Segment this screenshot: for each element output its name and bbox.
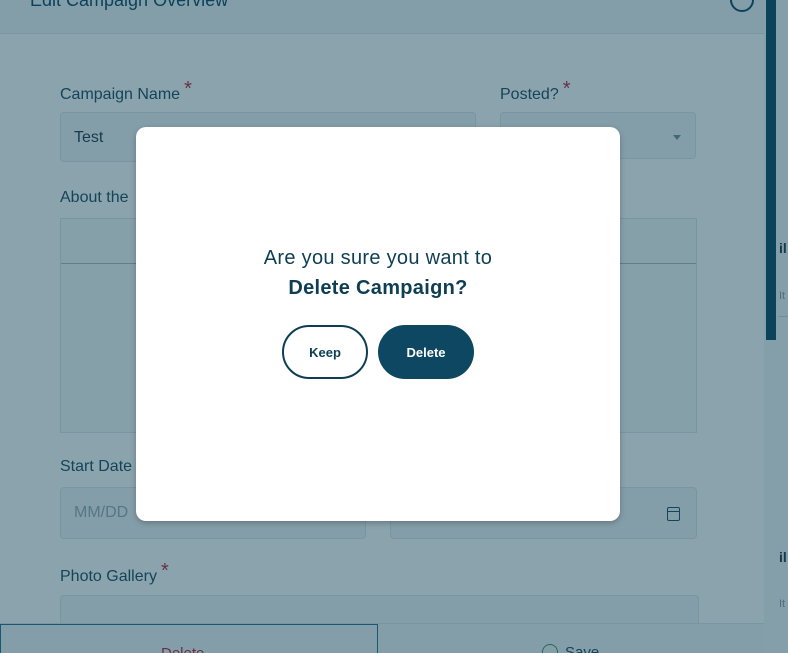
delete-confirm-dialog: Are you sure you want to Delete Campaign… xyxy=(136,127,620,521)
keep-button[interactable]: Keep xyxy=(282,325,368,379)
delete-button[interactable]: Delete xyxy=(378,325,474,379)
dialog-question-emphasis: Delete Campaign? xyxy=(288,277,468,299)
dialog-question: Are you sure you want to xyxy=(263,247,493,269)
